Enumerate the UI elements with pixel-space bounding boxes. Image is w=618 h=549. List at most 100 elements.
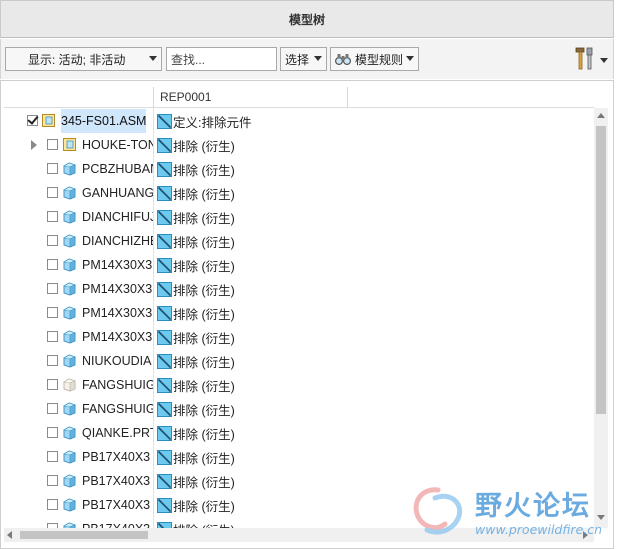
rep-status-icon <box>157 185 172 201</box>
include-checkbox[interactable] <box>47 403 58 414</box>
settings-tools-icon[interactable] <box>573 46 597 72</box>
horizontal-scroll-thumb[interactable] <box>20 531 148 539</box>
include-checkbox[interactable] <box>47 331 58 342</box>
tree-row[interactable]: FANGSHUIG 排除 (衍生) <box>1 373 601 397</box>
component-name[interactable]: PM14X30X3 <box>82 301 153 325</box>
rep-status-cell[interactable]: 排除 (衍生) <box>156 305 235 322</box>
component-name[interactable]: PB17X40X3 <box>82 445 153 469</box>
model-rules-label: 模型规则 <box>355 52 404 67</box>
rep-status-icon <box>157 209 172 225</box>
tree-row[interactable]: PM14X30X3 排除 (衍生) <box>1 277 601 301</box>
rep-status-text: 排除 (衍生) <box>173 355 235 370</box>
column-header-row: REP0001 <box>4 87 594 108</box>
include-checkbox[interactable] <box>47 259 58 270</box>
include-checkbox[interactable] <box>47 307 58 318</box>
rep-status-icon <box>157 137 172 153</box>
tree-row[interactable]: GANHUANG 排除 (衍生) <box>1 181 601 205</box>
rep-status-cell[interactable]: 排除 (衍生) <box>156 425 235 442</box>
rep-status-cell[interactable]: 排除 (衍生) <box>156 473 235 490</box>
rep-status-cell[interactable]: 排除 (衍生) <box>156 377 235 394</box>
component-name[interactable]: PB17X40X3 <box>82 493 153 517</box>
display-filter-dropdown[interactable]: 显示: 活动; 非活动 <box>5 47 162 71</box>
component-name[interactable]: FANGSHUIG <box>82 397 153 421</box>
model-rules-dropdown[interactable]: 模型规则 <box>330 47 419 71</box>
component-name[interactable]: FANGSHUIG <box>82 373 153 397</box>
tree-row[interactable]: NIUKOUDIA 排除 (衍生) <box>1 349 601 373</box>
tree-row[interactable]: QIANKE.PRT 排除 (衍生) <box>1 421 601 445</box>
component-name[interactable]: DIANCHIZHE <box>82 229 153 253</box>
tree-row[interactable]: PM14X30X3 排除 (衍生) <box>1 325 601 349</box>
rep-status-cell[interactable]: 定义:排除元件 <box>156 113 251 130</box>
rep-status-cell[interactable]: 排除 (衍生) <box>156 257 235 274</box>
component-name[interactable]: QIANKE.PRT <box>82 421 153 445</box>
component-name[interactable]: PB17X40X3 <box>82 469 153 493</box>
include-checkbox[interactable] <box>47 235 58 246</box>
component-name[interactable]: DIANCHIFUJ <box>82 205 153 229</box>
component-name[interactable]: PM14X30X3 <box>82 277 153 301</box>
rep-status-icon <box>157 497 172 513</box>
tree-row[interactable]: HOUKE-TONG 排除 (衍生) <box>1 133 601 157</box>
rep-status-icon <box>157 401 172 417</box>
component-name[interactable]: PCBZHUBAN <box>82 157 153 181</box>
include-checkbox[interactable] <box>47 379 58 390</box>
rep-status-cell[interactable]: 排除 (衍生) <box>156 137 235 154</box>
root-assembly-name[interactable]: 345-FS01.ASM <box>61 109 146 133</box>
include-checkbox[interactable] <box>47 499 58 510</box>
component-name[interactable]: NIUKOUDIA <box>82 349 153 373</box>
vertical-scroll-thumb[interactable] <box>596 126 606 414</box>
tree-row[interactable]: PCBZHUBAN 排除 (衍生) <box>1 157 601 181</box>
tree-row[interactable]: PM14X30X3 排除 (衍生) <box>1 301 601 325</box>
column-header-tree[interactable] <box>4 87 154 107</box>
include-checkbox[interactable] <box>47 475 58 486</box>
tree-row[interactable]: DIANCHIFUJ 排除 (衍生) <box>1 205 601 229</box>
binoculars-icon <box>335 54 351 65</box>
rep-status-icon <box>157 257 172 273</box>
component-name[interactable]: HOUKE-TONG <box>82 133 153 157</box>
select-dropdown[interactable]: 选择 <box>280 47 327 71</box>
component-name[interactable]: PM14X30X3 <box>82 253 153 277</box>
part-icon <box>62 305 77 320</box>
expand-arrow-icon[interactable] <box>31 140 37 150</box>
include-checkbox[interactable] <box>47 139 58 150</box>
include-checkbox[interactable] <box>47 187 58 198</box>
scroll-up-arrow-icon[interactable] <box>597 113 605 118</box>
include-checkbox[interactable] <box>47 451 58 462</box>
rep-status-cell[interactable]: 排除 (衍生) <box>156 497 235 514</box>
rep-status-cell[interactable]: 排除 (衍生) <box>156 233 235 250</box>
part-icon <box>62 257 77 272</box>
tree-row[interactable]: PB17X40X3 排除 (衍生) <box>1 445 601 469</box>
column-header-rep[interactable]: REP0001 <box>154 87 348 107</box>
tree-row[interactable]: FANGSHUIG 排除 (衍生) <box>1 397 601 421</box>
rep-status-cell[interactable]: 排除 (衍生) <box>156 209 235 226</box>
part-icon <box>62 329 77 344</box>
rep-status-cell[interactable]: 排除 (衍生) <box>156 449 235 466</box>
component-name[interactable]: GANHUANG <box>82 181 153 205</box>
rep-status-cell[interactable]: 排除 (衍生) <box>156 401 235 418</box>
rep-status-icon <box>157 329 172 345</box>
scroll-left-arrow-icon[interactable] <box>7 531 12 539</box>
include-checkbox[interactable] <box>47 427 58 438</box>
rep-status-cell[interactable]: 排除 (衍生) <box>156 161 235 178</box>
include-checkbox[interactable] <box>47 283 58 294</box>
rep-status-text: 排除 (衍生) <box>173 331 235 346</box>
rep-status-icon <box>157 473 172 489</box>
component-name[interactable]: PM14X30X3 <box>82 325 153 349</box>
search-input[interactable]: 查找... <box>166 47 277 71</box>
rep-status-cell[interactable]: 排除 (衍生) <box>156 281 235 298</box>
rep-status-cell[interactable]: 排除 (衍生) <box>156 353 235 370</box>
rep-status-cell[interactable]: 排除 (衍生) <box>156 329 235 346</box>
include-checkbox[interactable] <box>27 115 38 126</box>
part-icon <box>62 185 77 200</box>
include-checkbox[interactable] <box>47 163 58 174</box>
part-icon <box>62 449 77 464</box>
rep-status-cell[interactable]: 排除 (衍生) <box>156 185 235 202</box>
vertical-scrollbar[interactable] <box>594 108 608 528</box>
include-checkbox[interactable] <box>47 355 58 366</box>
tools-chevron-down-icon[interactable] <box>600 58 608 63</box>
include-checkbox[interactable] <box>47 211 58 222</box>
rep-status-text: 排除 (衍生) <box>173 379 235 394</box>
tree-row[interactable]: PM14X30X3 排除 (衍生) <box>1 253 601 277</box>
tree-row[interactable]: DIANCHIZHE 排除 (衍生) <box>1 229 601 253</box>
part-icon <box>62 401 77 416</box>
tree-root-row[interactable]: 345-FS01.ASM 定义:排除元件 <box>1 109 601 133</box>
